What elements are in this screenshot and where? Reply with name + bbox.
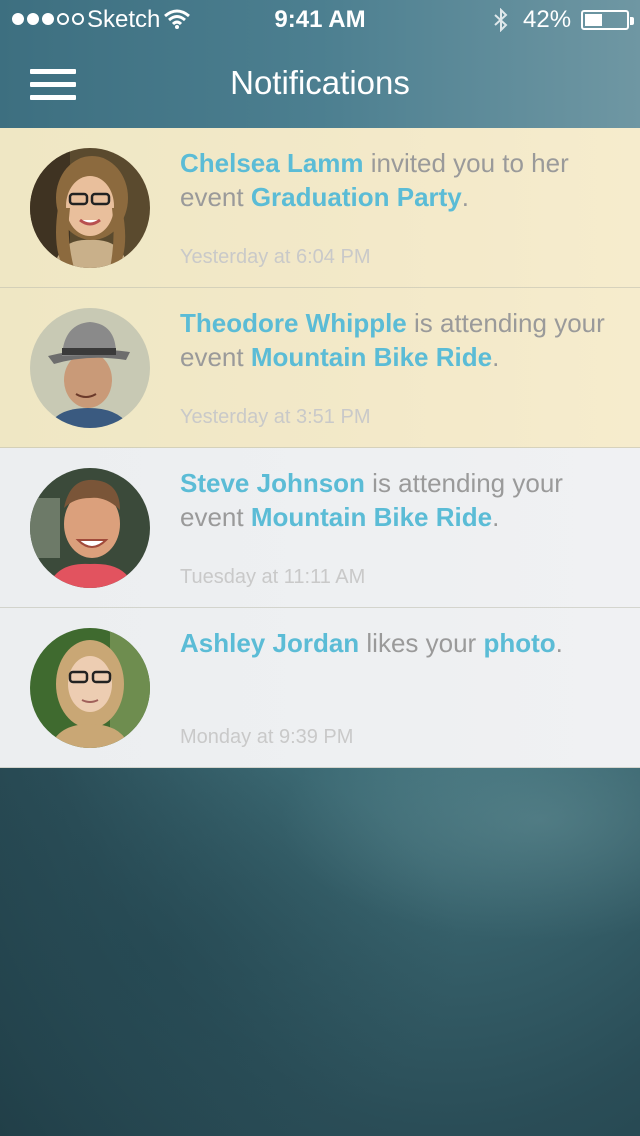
battery-percent: 42% [523,6,572,33]
status-bar: Sketch 9:41 AM 42% [0,0,640,40]
avatar[interactable] [30,308,150,428]
notification-list: Chelsea Lamm invited you to her event Gr… [0,128,640,768]
timestamp: Yesterday at 6:04 PM [180,246,371,268]
notification-item[interactable]: Ashley Jordan likes your photo. Monday a… [0,608,640,768]
avatar[interactable] [30,468,150,588]
notification-message: Chelsea Lamm invited you to her event Gr… [180,148,569,212]
bluetooth-icon [494,8,508,32]
user-link[interactable]: Chelsea Lamm [180,148,364,178]
notification-message: Ashley Jordan likes your photo. [180,628,563,658]
timestamp: Tuesday at 11:11 AM [180,566,366,588]
event-link[interactable]: Mountain Bike Ride [251,342,492,372]
timestamp: Yesterday at 3:51 PM [180,406,371,428]
user-link[interactable]: Theodore Whipple [180,308,407,338]
notification-item[interactable]: Theodore Whipple is attending your event… [0,288,640,448]
timestamp: Monday at 9:39 PM [180,726,354,748]
notification-item[interactable]: Chelsea Lamm invited you to her event Gr… [0,128,640,288]
user-link[interactable]: Steve Johnson [180,468,365,498]
photo-link[interactable]: photo [483,628,555,658]
notification-message: Steve Johnson is attending your event Mo… [180,468,563,532]
page-title: Notifications [230,64,410,101]
avatar[interactable] [30,148,150,268]
event-link[interactable]: Graduation Party [251,182,462,212]
avatar[interactable] [30,628,150,748]
event-link[interactable]: Mountain Bike Ride [251,502,492,532]
battery-icon [581,10,634,30]
notification-message: Theodore Whipple is attending your event… [180,308,605,372]
user-link[interactable]: Ashley Jordan [180,628,359,658]
notification-item[interactable]: Steve Johnson is attending your event Mo… [0,448,640,608]
